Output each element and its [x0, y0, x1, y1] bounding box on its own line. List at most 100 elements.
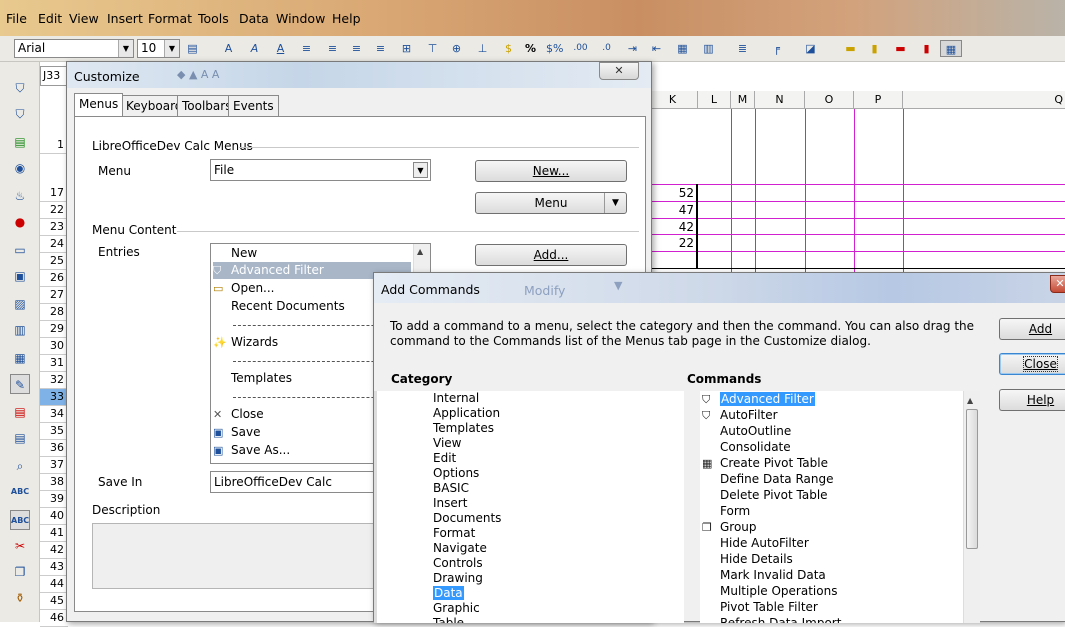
clone-formatting-icon[interactable]: ⚱	[10, 588, 30, 608]
borders-icon[interactable]: ▦	[674, 40, 691, 57]
row-header[interactable]: 1	[40, 137, 68, 154]
increase-indent-icon[interactable]: ⇥	[624, 40, 641, 57]
category-item[interactable]: Documents	[433, 511, 501, 526]
close-icon[interactable]: ✕	[1050, 275, 1065, 293]
chart-icon[interactable]: ●	[10, 212, 30, 232]
command-item[interactable]: Hide AutoFilter	[702, 535, 809, 551]
font-name-box[interactable]: Arial ▼	[14, 39, 134, 58]
tab-menus[interactable]: Menus	[74, 93, 124, 116]
row-header[interactable]: 38	[40, 474, 68, 491]
row-header[interactable]: 30	[40, 338, 68, 355]
italic-icon[interactable]: A	[246, 40, 263, 57]
category-item[interactable]: Data	[433, 586, 464, 601]
row-header[interactable]: 22	[40, 202, 68, 219]
row-header[interactable]: 45	[40, 593, 68, 610]
row-header[interactable]: 35	[40, 423, 68, 440]
row-header[interactable]: 25	[40, 253, 68, 270]
chevron-down-icon[interactable]: ▼	[118, 40, 133, 57]
row-header[interactable]: 32	[40, 372, 68, 389]
standard-filter-icon[interactable]: ⛉	[10, 104, 30, 124]
currency-icon[interactable]: $	[500, 40, 517, 57]
font-size-box[interactable]: 10 ▼	[137, 39, 180, 58]
row-header[interactable]: 34	[40, 406, 68, 423]
category-list[interactable]: Internal Application Templates View Edit Opti…	[374, 391, 684, 623]
edit-icon[interactable]: ▨	[10, 294, 30, 314]
underline-icon[interactable]: A	[272, 40, 289, 57]
sidebar-toggle-icon[interactable]: ▦	[940, 40, 962, 57]
insert-columns-icon[interactable]: ▮	[866, 40, 883, 57]
command-item[interactable]: Hide Details	[702, 551, 793, 567]
align-top-icon[interactable]: ⊤	[424, 40, 441, 57]
fill-color-icon[interactable]: ◪	[802, 40, 819, 57]
row-header[interactable]: 42	[40, 542, 68, 559]
add-decimal-icon[interactable]: .00	[572, 40, 589, 57]
delete-rows-icon[interactable]: ▬	[892, 40, 909, 57]
delete-columns-icon[interactable]: ▮	[918, 40, 935, 57]
category-item[interactable]: View	[433, 436, 461, 451]
filter-icon[interactable]: ⛉	[10, 78, 30, 98]
list-item[interactable]: Templates	[213, 370, 292, 387]
new-menu-button[interactable]: New...	[475, 160, 627, 182]
row-header[interactable]: 40	[40, 508, 68, 525]
category-item[interactable]: Drawing	[433, 571, 483, 586]
row-header[interactable]: 37	[40, 457, 68, 474]
row-header[interactable]: 27	[40, 287, 68, 304]
command-item[interactable]: Multiple Operations	[702, 583, 837, 599]
category-item[interactable]: Controls	[433, 556, 483, 571]
commands-scrollbar[interactable]: ▲	[963, 391, 980, 623]
align-left-icon[interactable]: ≡	[298, 40, 315, 57]
row-header[interactable]: 17	[40, 185, 68, 202]
menu-window[interactable]: Window	[276, 11, 325, 26]
list-item[interactable]: New	[213, 245, 257, 262]
pdf-icon[interactable]: ▤	[10, 402, 30, 422]
list-item[interactable]: Recent Documents	[213, 298, 345, 315]
close-icon[interactable]: ✕	[599, 62, 639, 80]
menu-format[interactable]: Format	[148, 11, 192, 26]
copy-icon[interactable]: ❐	[10, 562, 30, 582]
open-icon[interactable]: ▭	[10, 240, 30, 260]
print-icon[interactable]: ▤	[10, 428, 30, 448]
list-item[interactable]: ▭ Open...	[213, 280, 275, 297]
command-item[interactable]: Pivot Table Filter	[702, 599, 818, 615]
cell-value[interactable]: 47	[650, 203, 696, 217]
menu-options-button[interactable]: Menu ▼	[475, 192, 627, 214]
align-middle-icon[interactable]: ⊕	[448, 40, 465, 57]
list-item[interactable]: ✕ Close	[213, 406, 264, 423]
print-preview-icon[interactable]: ⌕	[10, 456, 30, 476]
row-header[interactable]: 23	[40, 219, 68, 236]
align-center-icon[interactable]: ≡	[324, 40, 341, 57]
edit-mode-icon[interactable]: ✎	[10, 374, 30, 394]
list-item[interactable]: ▣ Save	[213, 424, 260, 441]
column-header[interactable]: L	[698, 91, 731, 109]
command-item[interactable]: ⛉ AutoFilter	[702, 407, 778, 423]
menu-file[interactable]: File	[6, 11, 27, 26]
command-item[interactable]: Consolidate	[702, 439, 791, 455]
command-item[interactable]: Define Data Range	[702, 471, 833, 487]
category-item[interactable]: Application	[433, 406, 500, 421]
decrease-indent-icon[interactable]: ⇤	[648, 40, 665, 57]
merge-cells-icon[interactable]: ⊞	[398, 40, 415, 57]
row-header[interactable]: 33	[40, 389, 68, 406]
spreadsheet-icon[interactable]: ▤	[10, 132, 30, 152]
menu-tools[interactable]: Tools	[198, 11, 229, 26]
border-style-icon[interactable]: ≣	[734, 40, 751, 57]
add-button[interactable]: Add	[999, 318, 1065, 340]
menu-insert[interactable]: Insert	[107, 11, 143, 26]
font-color-icon[interactable]: ▤	[184, 40, 201, 57]
category-item[interactable]: Insert	[433, 496, 467, 511]
help-button[interactable]: Help	[999, 389, 1065, 411]
row-header[interactable]: 46	[40, 610, 68, 627]
command-item[interactable]: Delete Pivot Table	[702, 487, 828, 503]
chevron-down-icon[interactable]: ▼	[413, 162, 428, 178]
tab-events[interactable]: Events	[228, 95, 279, 116]
chevron-down-icon[interactable]: ▼	[604, 193, 626, 213]
row-header[interactable]: 29	[40, 321, 68, 338]
add-entry-button[interactable]: Add...	[475, 244, 627, 266]
close-button[interactable]: Close	[999, 353, 1065, 375]
delete-decimal-icon[interactable]: .0	[598, 40, 615, 57]
command-item[interactable]: AutoOutline	[702, 423, 791, 439]
cut-icon[interactable]: ✂	[10, 536, 30, 556]
column-header[interactable]: P	[854, 91, 903, 109]
category-item[interactable]: Format	[433, 526, 475, 541]
navigator-icon[interactable]: ◉	[10, 158, 30, 178]
